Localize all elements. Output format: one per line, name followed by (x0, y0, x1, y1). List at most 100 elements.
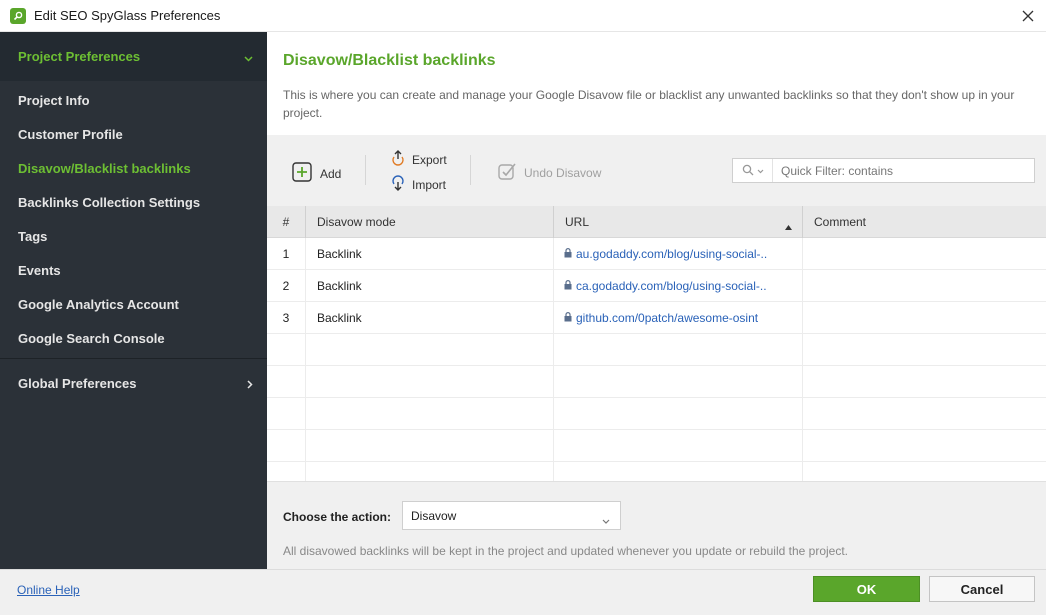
main-panel: Disavow/Blacklist backlinks This is wher… (267, 32, 1046, 569)
action-selected-value: Disavow (411, 508, 457, 523)
sidebar: Project Preferences Project Info Custome… (0, 32, 267, 569)
column-header-label: URL (565, 215, 590, 229)
url-link[interactable]: github.com/0patch/awesome-osint (564, 311, 758, 325)
url-text: ca.godaddy.com/blog/using-social-.. (576, 279, 767, 293)
sidebar-item-label: Disavow/Blacklist backlinks (18, 160, 191, 176)
sidebar-section-label: Project Preferences (18, 49, 141, 64)
lock-icon (564, 311, 572, 325)
row-number: 1 (267, 238, 306, 270)
chevron-down-icon (244, 50, 253, 65)
column-header-number[interactable]: # (267, 206, 306, 238)
row-disavow-mode: Backlink (306, 302, 554, 334)
import-button[interactable]: Import (390, 175, 446, 194)
undo-disavow-button[interactable]: Undo Disavow (497, 161, 601, 184)
sidebar-item-label: Backlinks Collection Settings (18, 194, 201, 210)
quick-filter (732, 158, 1035, 183)
sidebar-item-label: Customer Profile (18, 126, 123, 142)
empty-cell (554, 398, 803, 430)
sidebar-item-label: Google Search Console (18, 330, 165, 346)
empty-cell (554, 462, 803, 481)
empty-cell (554, 366, 803, 398)
empty-cell (306, 430, 554, 462)
url-link[interactable]: au.godaddy.com/blog/using-social-.. (564, 247, 767, 261)
column-header-label: Disavow mode (317, 215, 396, 229)
sidebar-item-label: Tags (18, 228, 48, 244)
url-text: au.godaddy.com/blog/using-social-.. (576, 247, 768, 261)
window-title: Edit SEO SpyGlass Preferences (34, 8, 221, 23)
online-help-link[interactable]: Online Help (17, 583, 80, 597)
empty-table-row (267, 430, 1046, 462)
sidebar-section-project-preferences[interactable]: Project Preferences (0, 32, 267, 81)
row-comment[interactable] (803, 302, 1046, 334)
sidebar-item-project-info[interactable]: Project Info (0, 83, 267, 117)
toolbar-divider (365, 155, 366, 185)
row-url-cell: ca.godaddy.com/blog/using-social-.. (554, 270, 803, 302)
table-row[interactable]: 2 Backlink ca.godaddy.com/blog/using-soc… (267, 270, 1046, 302)
empty-table-row (267, 334, 1046, 366)
undo-disavow-icon (497, 161, 517, 184)
sidebar-item-google-search-console[interactable]: Google Search Console (0, 321, 267, 355)
empty-cell (267, 366, 306, 398)
empty-cell (267, 430, 306, 462)
chevron-down-icon (757, 166, 764, 176)
empty-cell (306, 366, 554, 398)
plus-square-icon (292, 162, 312, 185)
row-disavow-mode: Backlink (306, 270, 554, 302)
cancel-button[interactable]: Cancel (929, 576, 1035, 602)
empty-cell (306, 398, 554, 430)
chevron-down-icon (602, 513, 610, 527)
sidebar-item-backlinks-collection[interactable]: Backlinks Collection Settings (0, 185, 267, 219)
sidebar-item-google-analytics[interactable]: Google Analytics Account (0, 287, 267, 321)
empty-cell (554, 334, 803, 366)
search-icon (742, 164, 754, 178)
empty-cell (306, 334, 554, 366)
sidebar-item-tags[interactable]: Tags (0, 219, 267, 253)
empty-cell (267, 462, 306, 481)
toolbar-divider (470, 155, 471, 185)
page-description: This is where you can create and manage … (283, 88, 1015, 120)
column-header-label: # (282, 215, 290, 229)
column-header-url[interactable]: URL (554, 206, 803, 238)
row-disavow-mode: Backlink (306, 238, 554, 270)
empty-cell (267, 334, 306, 366)
row-number: 3 (267, 302, 306, 334)
sort-asc-icon (785, 219, 792, 233)
sidebar-item-customer-profile[interactable]: Customer Profile (0, 117, 267, 151)
dialog-footer: Online Help OK Cancel (0, 569, 1046, 615)
action-dropdown[interactable]: Disavow (402, 501, 621, 530)
row-url-cell: github.com/0patch/awesome-osint (554, 302, 803, 334)
filter-mode-dropdown[interactable] (733, 159, 773, 182)
url-link[interactable]: ca.godaddy.com/blog/using-social-.. (564, 279, 767, 293)
import-icon (390, 175, 406, 194)
title-bar: Edit SEO SpyGlass Preferences (0, 0, 1046, 32)
export-label: Export (412, 152, 447, 167)
close-icon[interactable] (1018, 6, 1038, 26)
add-label: Add (320, 166, 342, 181)
toolbar: Add Export Import Undo Disavow (267, 135, 1046, 206)
lock-icon (564, 279, 572, 293)
empty-table-row (267, 398, 1046, 430)
table-row[interactable]: 3 Backlink github.com/0patch/awesome-osi… (267, 302, 1046, 334)
add-button[interactable]: Add (292, 162, 341, 185)
empty-table-row (267, 462, 1046, 481)
sidebar-section-global-preferences[interactable]: Global Preferences (0, 358, 267, 408)
empty-cell (267, 398, 306, 430)
choose-action-label: Choose the action: (283, 510, 392, 524)
action-panel: Choose the action: Disavow All disavowed… (267, 481, 1046, 569)
row-number: 2 (267, 270, 306, 302)
sidebar-item-disavow-blacklist[interactable]: Disavow/Blacklist backlinks (0, 151, 267, 185)
export-button[interactable]: Export (390, 150, 447, 169)
column-header-disavow-mode[interactable]: Disavow mode (306, 206, 554, 238)
row-comment[interactable] (803, 238, 1046, 270)
sidebar-item-events[interactable]: Events (0, 253, 267, 287)
ok-button[interactable]: OK (813, 576, 920, 602)
sidebar-section-label: Global Preferences (18, 376, 137, 391)
table-row[interactable]: 1 Backlink au.godaddy.com/blog/using-soc… (267, 238, 1046, 270)
lock-icon (564, 247, 572, 261)
table-header: # Disavow mode URL Comment (267, 206, 1046, 238)
row-comment[interactable] (803, 270, 1046, 302)
column-header-comment[interactable]: Comment (803, 206, 1046, 238)
quick-filter-input[interactable] (773, 159, 1034, 182)
empty-table-row (267, 366, 1046, 398)
backlinks-table: # Disavow mode URL Comment 1 Backlink au… (267, 206, 1046, 481)
